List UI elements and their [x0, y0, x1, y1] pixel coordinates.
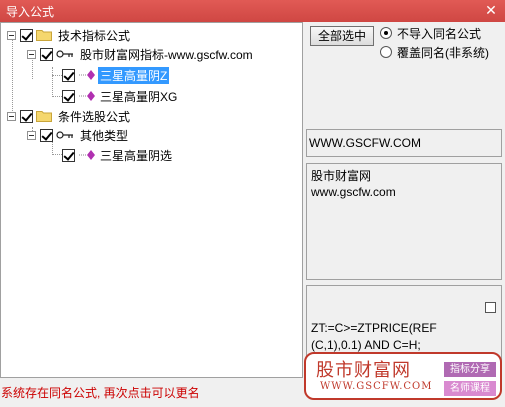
tree-node-label: 三星高量阴选 [100, 148, 173, 163]
tree-connector [52, 96, 62, 97]
tree-node-other-types[interactable]: 其他类型 [27, 126, 130, 144]
select-all-button[interactable]: 全部选中 [310, 26, 374, 46]
collapse-toggle[interactable] [7, 111, 16, 121]
status-message: 系统存在同名公式, 再次点击可以更名 [1, 386, 200, 400]
source-url-text: WWW.GSCFW.COM [309, 136, 421, 150]
tree-node-formula-z[interactable]: 三星高量阴Z [62, 66, 170, 84]
collapse-toggle[interactable] [27, 130, 36, 140]
tree-node-gscfw-indicators[interactable]: 股市财富网指标-www.gscfw.com [27, 45, 255, 63]
tree-node-stock-screening[interactable]: 条件选股公式 [7, 107, 132, 125]
formula-code: ZT:=C>=ZTPRICE(REF (C,1),0.1) AND C=H; [311, 320, 481, 354]
tree-node-label: 三星高量阴XG [100, 89, 178, 104]
description-line: 股市财富网 [311, 169, 372, 183]
tree-checkbox[interactable] [62, 148, 75, 162]
formula-source-field: WWW.GSCFW.COM [306, 129, 502, 157]
tree-node-label: 其他类型 [80, 128, 129, 143]
window-title: 导入公式 [6, 5, 55, 19]
formula-icon [79, 91, 95, 101]
formula-tree[interactable]: 技术指标公式 股市财富网指标-www.gscfw.com 三星高量阴Z 三星高量… [0, 22, 303, 378]
watermark-site-url: WWW.GSCFW.COM [320, 381, 433, 392]
title-bar[interactable]: 导入公式 ✕ [0, 0, 505, 22]
tree-checkbox[interactable] [62, 89, 75, 103]
tree-node-label: 技术指标公式 [58, 28, 131, 43]
watermark-tag: 名师课程 [444, 381, 496, 396]
description-line: www.gscfw.com [311, 185, 396, 199]
code-line: ZT:=C>=ZTPRICE(REF [311, 321, 437, 335]
folder-icon [36, 111, 52, 122]
formula-icon [79, 150, 95, 160]
tree-checkbox[interactable] [20, 28, 33, 42]
formula-icon [79, 70, 95, 80]
tree-connector [52, 67, 53, 97]
tree-node-label: 三星高量阴Z [98, 66, 170, 84]
radio-button[interactable] [380, 27, 392, 39]
radio-button[interactable] [380, 46, 392, 58]
tree-node-label: 条件选股公式 [58, 109, 131, 124]
tree-connector [52, 154, 62, 155]
import-formula-dialog: 导入公式 ✕ 技术指标公式 股市财富网指标-www.gscfw.com 三星高量… [0, 0, 505, 407]
watermark-tag: 指标分享 [444, 362, 496, 377]
key-icon [56, 131, 73, 139]
radio-label: 不导入同名公式 [397, 26, 482, 41]
close-icon[interactable]: ✕ [483, 1, 499, 19]
tree-checkbox[interactable] [40, 128, 53, 142]
folder-icon [36, 30, 52, 41]
collapse-toggle[interactable] [7, 30, 16, 40]
collapse-toggle[interactable] [27, 49, 36, 59]
formula-description-box[interactable]: 股市财富网 www.gscfw.com [306, 163, 502, 280]
watermark-site-name: 股市财富网 [316, 360, 411, 381]
radio-skip-duplicates[interactable]: 不导入同名公式 [380, 25, 481, 41]
radio-label: 覆盖同名(非系统) [397, 45, 489, 60]
tree-node-formula-xg[interactable]: 三星高量阴XG [62, 87, 179, 105]
site-watermark-logo: 股市财富网 WWW.GSCFW.COM 指标分享 名师课程 [304, 352, 502, 400]
tree-checkbox[interactable] [40, 47, 53, 61]
code-checkbox[interactable] [485, 302, 496, 313]
tree-node-formula-xuan[interactable]: 三星高量阴选 [62, 146, 174, 164]
key-icon [56, 50, 73, 58]
radio-overwrite-duplicates[interactable]: 覆盖同名(非系统) [380, 44, 489, 60]
tree-node-tech-indicators[interactable]: 技术指标公式 [7, 26, 132, 44]
tree-checkbox[interactable] [62, 68, 75, 82]
tree-connector [52, 75, 62, 76]
tree-checkbox[interactable] [20, 109, 33, 123]
tree-node-label: 股市财富网指标-www.gscfw.com [80, 47, 253, 62]
